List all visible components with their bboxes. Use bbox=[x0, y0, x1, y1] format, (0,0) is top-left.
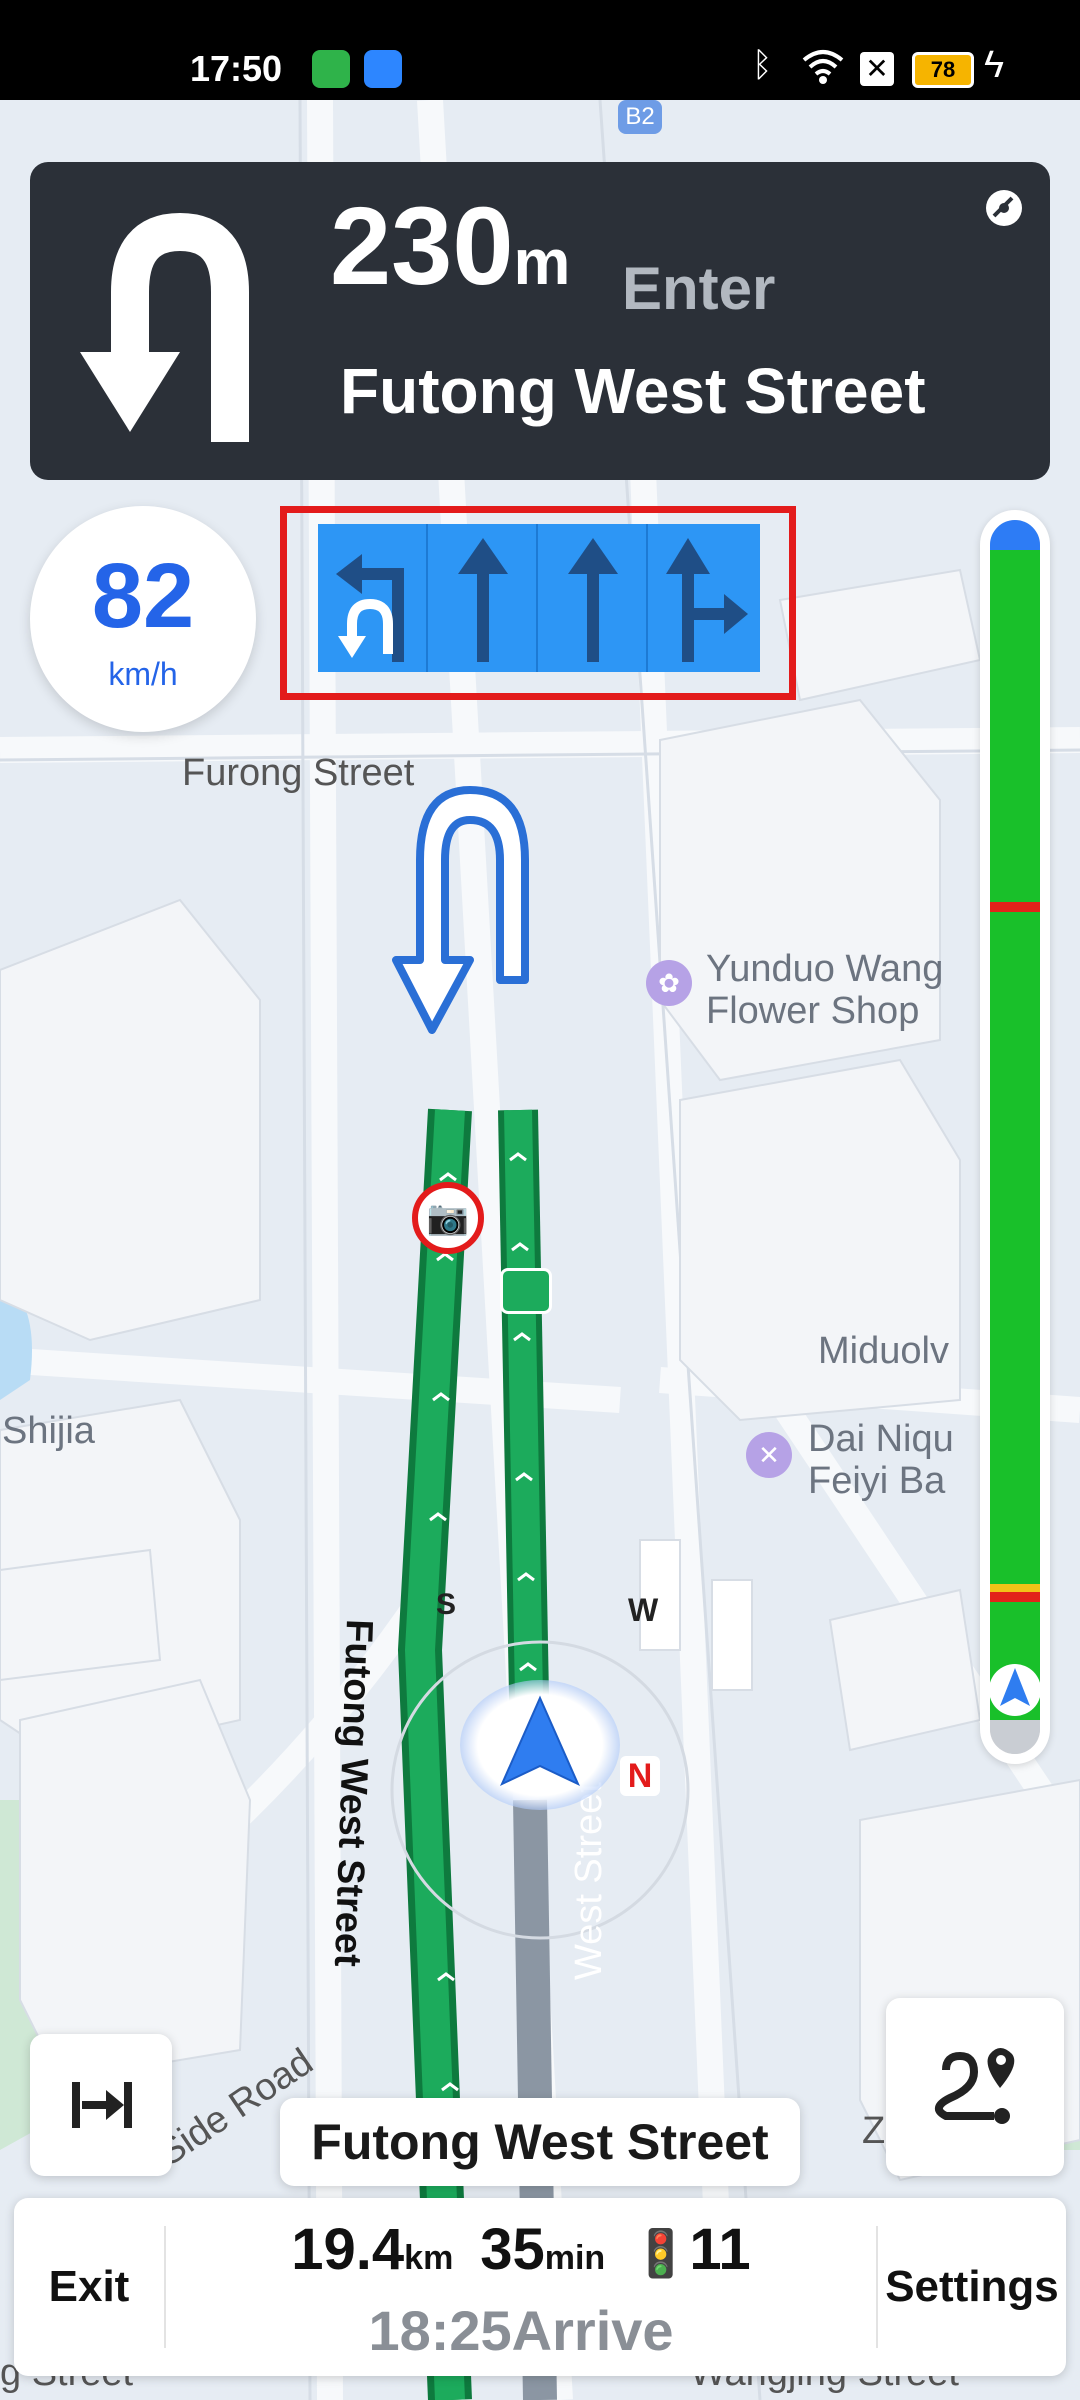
poi-label-yunduo[interactable]: Yunduo Wang bbox=[706, 948, 943, 991]
remaining-distance-unit: km bbox=[404, 2239, 454, 2277]
traffic-segment-slow bbox=[990, 1584, 1040, 1592]
route-options-button[interactable] bbox=[886, 1998, 1064, 2176]
lane-guidance bbox=[318, 524, 760, 672]
compass-south-label: S bbox=[436, 1588, 457, 1621]
compass-west-label: W bbox=[628, 1592, 659, 1628]
compass-north-label[interactable]: N bbox=[620, 1756, 660, 1796]
speed-value: 82 bbox=[91, 545, 195, 647]
distance-unit: m bbox=[513, 226, 571, 298]
traffic-progress-bar[interactable] bbox=[980, 510, 1050, 1764]
exit-to-line-icon bbox=[72, 2082, 132, 2128]
lane-3 bbox=[538, 524, 648, 672]
traffic-segment-congested bbox=[990, 1592, 1040, 1602]
maneuver-street: Futong West Street bbox=[340, 355, 926, 427]
straight-lane-icon bbox=[568, 538, 618, 662]
shield-icon bbox=[312, 50, 350, 88]
maneuver-banner[interactable]: 230m Enter Futong West Street bbox=[30, 162, 1050, 480]
bluetooth-icon: ᛒ bbox=[752, 46, 773, 84]
arrival-time: 18:25 bbox=[368, 2299, 512, 2362]
traffic-light-count: 11 bbox=[689, 2217, 751, 2282]
overview-button[interactable] bbox=[30, 2034, 172, 2176]
traffic-segment-congested bbox=[990, 902, 1040, 912]
trip-info-panel: Exit 19.4km 35min 🚦11 18:25Arrive Settin… bbox=[14, 2198, 1066, 2376]
lane-4 bbox=[648, 524, 758, 672]
navigation-arrow-icon bbox=[499, 1695, 581, 1787]
flower-icon[interactable]: ✿ bbox=[646, 960, 692, 1006]
remaining-distance: 19.4 bbox=[291, 2217, 405, 2282]
charging-icon: ϟ bbox=[984, 44, 1005, 86]
current-road-label: Futong West Street bbox=[280, 2098, 800, 2186]
straight-right-lane-icon bbox=[666, 538, 748, 662]
distance-value: 230 bbox=[330, 185, 514, 308]
traffic-segment-clear bbox=[990, 550, 1040, 1720]
settings-button[interactable]: Settings bbox=[878, 2198, 1066, 2376]
bus-stop-icon bbox=[500, 1268, 552, 1314]
poi-label-shijia[interactable]: Shijia bbox=[2, 1410, 95, 1453]
street-label-furong: Furong Street bbox=[182, 752, 415, 794]
traffic-bar-track bbox=[990, 520, 1040, 1754]
u-turn-lane-icon bbox=[336, 554, 404, 662]
route-pin-icon bbox=[935, 2048, 1015, 2124]
road-shield-b2: B2 bbox=[618, 100, 662, 134]
traffic-segment-passed bbox=[990, 1720, 1040, 1754]
no-sim-icon: ✕ bbox=[860, 52, 894, 86]
arrival-info: 18:25Arrive bbox=[166, 2298, 876, 2363]
arrival-label: Arrive bbox=[511, 2299, 674, 2362]
remaining-time: 35 bbox=[480, 2217, 545, 2282]
poi-label-dai-niqu[interactable]: Dai Niqu bbox=[808, 1418, 954, 1461]
u-turn-icon bbox=[80, 212, 249, 442]
exit-button[interactable]: Exit bbox=[14, 2198, 164, 2376]
status-bar: 17:50 ᛒ ✕ 78 ϟ bbox=[0, 0, 1080, 100]
street-label-west: West Street bbox=[568, 1782, 610, 1980]
gps-signal-icon bbox=[986, 190, 1022, 226]
current-position-icon bbox=[989, 1664, 1041, 1716]
traffic-segment-start bbox=[990, 520, 1040, 550]
vehicle-position-marker bbox=[460, 1680, 620, 1810]
wifi-icon bbox=[802, 50, 844, 84]
street-label-z: Z bbox=[862, 2110, 886, 2152]
traffic-light-icon: 🚦 bbox=[632, 2227, 690, 2279]
maneuver-action: Enter bbox=[622, 255, 776, 322]
maneuver-distance: 230m bbox=[330, 192, 570, 302]
trip-stats[interactable]: 19.4km 35min 🚦11 bbox=[166, 2216, 876, 2283]
status-time: 17:50 bbox=[190, 48, 283, 89]
lane-2 bbox=[428, 524, 538, 672]
poi-label-miduolv[interactable]: Miduolv bbox=[818, 1330, 949, 1373]
speed-indicator: 82 km/h bbox=[30, 506, 256, 732]
poi-label-feiyi-ba[interactable]: Feiyi Ba bbox=[808, 1460, 945, 1503]
lane-1 bbox=[318, 524, 428, 672]
speed-unit: km/h bbox=[108, 656, 178, 692]
poi-label-flower-shop[interactable]: Flower Shop bbox=[706, 990, 919, 1033]
remaining-time-unit: min bbox=[544, 2239, 606, 2277]
restaurant-icon[interactable]: ✕ bbox=[746, 1432, 792, 1478]
speed-camera-icon: 📷 bbox=[412, 1182, 484, 1254]
straight-lane-icon bbox=[458, 538, 508, 662]
weather-icon bbox=[364, 50, 402, 88]
battery-icon: 78 bbox=[912, 52, 974, 88]
